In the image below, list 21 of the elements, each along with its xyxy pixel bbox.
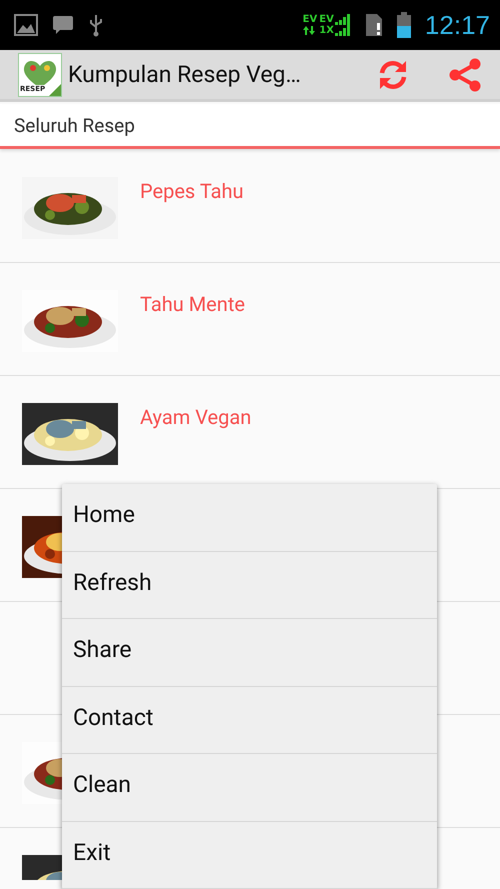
signal-icon bbox=[334, 25, 351, 36]
data-arrows-icon bbox=[302, 26, 315, 35]
share-button[interactable] bbox=[448, 58, 482, 92]
signal-icon bbox=[334, 14, 351, 25]
image-icon bbox=[14, 14, 38, 36]
usb-icon bbox=[88, 13, 104, 37]
network-label: 1X bbox=[319, 25, 334, 36]
menu-item[interactable]: Exit bbox=[62, 822, 437, 889]
menu-item[interactable]: Home bbox=[62, 484, 437, 552]
battery-icon bbox=[396, 12, 411, 38]
tab[interactable]: Seluruh Resep bbox=[0, 104, 500, 149]
app-title: Kumpulan Resep Veg… bbox=[68, 61, 302, 88]
menu-item[interactable]: Refresh bbox=[62, 552, 437, 619]
sim-card-icon bbox=[364, 13, 383, 37]
network-label: EV bbox=[319, 14, 334, 25]
clock-time: 12:17 bbox=[424, 10, 490, 40]
menu-item[interactable]: Clean bbox=[62, 754, 437, 822]
network-label: EV bbox=[302, 14, 318, 25]
menu-item[interactable]: Contact bbox=[62, 686, 437, 754]
chat-icon bbox=[52, 14, 74, 36]
menu-item[interactable]: Share bbox=[62, 619, 437, 686]
